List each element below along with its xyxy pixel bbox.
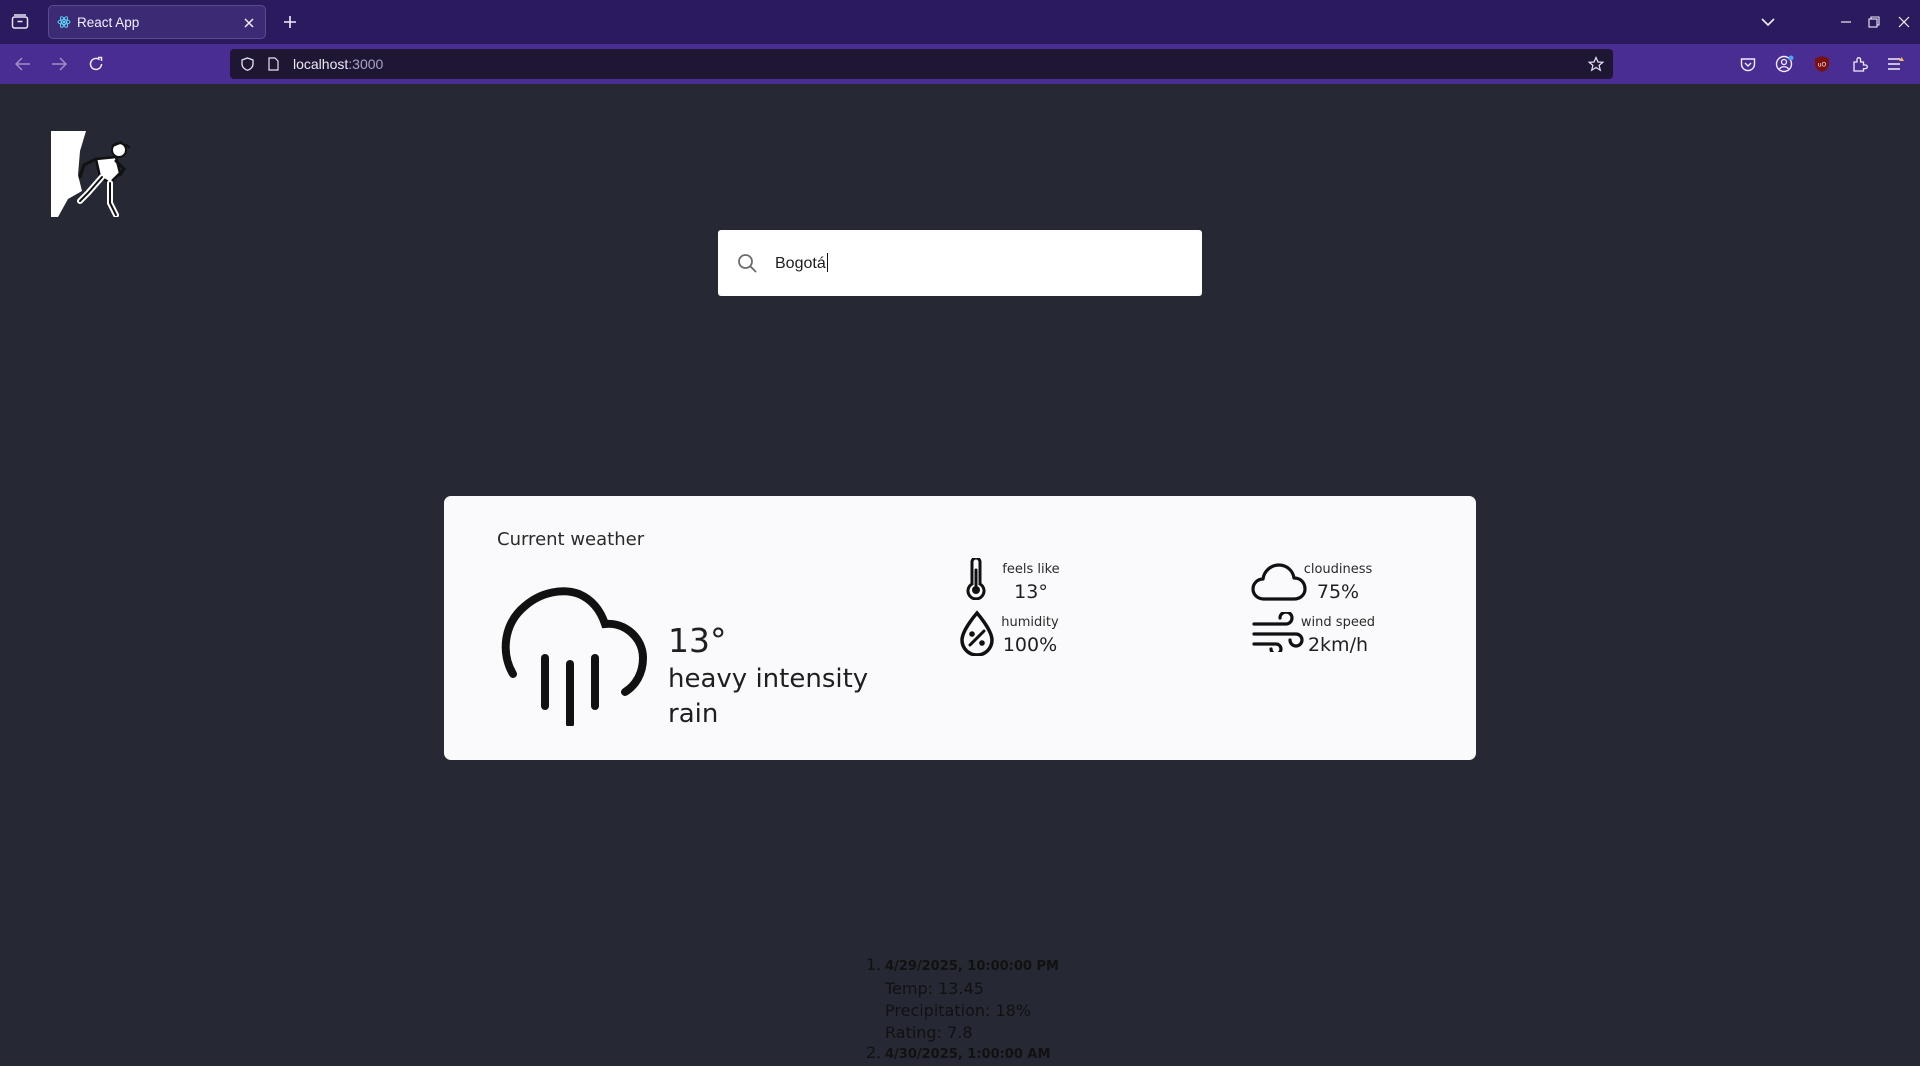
forward-icon[interactable]: [49, 54, 69, 74]
close-tab-icon[interactable]: [241, 15, 257, 31]
pocket-icon[interactable]: [1738, 54, 1758, 74]
list-item-number: 2.: [866, 1043, 882, 1062]
new-tab-icon[interactable]: [280, 12, 300, 32]
shield-icon[interactable]: [240, 57, 254, 71]
list-item: 2. 4/30/2025, 1:00:00 AM: [866, 1043, 1166, 1066]
search-value-text: Bogotá: [775, 255, 826, 272]
wind-speed-value: 2km/h: [1307, 634, 1369, 656]
forecast-precipitation: Precipitation: 18%: [885, 1001, 1032, 1020]
url-bar[interactable]: localhost:3000: [230, 49, 1613, 79]
city-search-input[interactable]: Bogotá: [718, 230, 1202, 296]
search-icon: [737, 253, 757, 273]
list-all-tabs-icon[interactable]: [1758, 12, 1778, 32]
forecast-rating: Rating: 7.8: [885, 1023, 973, 1042]
feels-like-value: 13°: [1014, 581, 1048, 603]
weather-description-text: heavy intensity rain: [668, 664, 869, 729]
card-title: Current weather: [497, 529, 645, 550]
cloudiness-value: 75%: [1316, 581, 1360, 603]
tab-react-app[interactable]: React App: [48, 5, 266, 39]
minimize-window-icon[interactable]: [1836, 12, 1856, 32]
url-text[interactable]: localhost:3000: [293, 56, 383, 72]
restore-window-icon[interactable]: [1864, 12, 1884, 32]
list-item: 1. 4/29/2025, 10:00:00 PM Temp: 13.45 Pr…: [866, 955, 1166, 1044]
temperature-value: 13°: [668, 621, 727, 660]
tab-title: React App: [77, 15, 140, 30]
url-port: :3000: [348, 56, 384, 72]
humidity-value: 100%: [1002, 634, 1058, 656]
ublock-icon[interactable]: uO: [1812, 54, 1832, 74]
forecast-item-body: 4/29/2025, 10:00:00 PM Temp: 13.45 Preci…: [885, 956, 1059, 1044]
extensions-icon[interactable]: [1850, 54, 1870, 74]
humidity-label: humidity: [1001, 615, 1059, 630]
browser-tab-bar: React App: [0, 0, 1920, 44]
back-icon[interactable]: [13, 54, 33, 74]
list-item-number: 1.: [866, 955, 882, 974]
url-host: localhost: [293, 56, 349, 72]
forecast-item-body: 4/30/2025, 1:00:00 AM: [885, 1044, 1050, 1066]
search-value[interactable]: Bogotá: [775, 253, 828, 273]
app-logo: [50, 131, 134, 218]
cloudiness-label: cloudiness: [1303, 562, 1373, 577]
svg-text:uO: uO: [1818, 62, 1827, 69]
react-logo-icon: [57, 15, 71, 29]
feels-like-label: feels like: [1002, 562, 1060, 577]
text-caret: [826, 253, 828, 272]
menu-icon[interactable]: [1885, 54, 1907, 74]
forecast-date: 4/29/2025, 10:00:00 PM: [885, 959, 1059, 974]
browser-nav-bar: localhost:3000 uO: [0, 44, 1920, 84]
wind-speed-label: wind speed: [1300, 615, 1376, 630]
close-window-icon[interactable]: [1894, 12, 1914, 32]
current-weather-card: Current weather 13° heavy intensity rain…: [444, 496, 1476, 760]
page-info-icon[interactable]: [266, 57, 280, 71]
forecast-date: 4/30/2025, 1:00:00 AM: [885, 1047, 1051, 1062]
account-icon[interactable]: [1774, 54, 1796, 74]
rain-cloud-icon: [497, 578, 648, 728]
reload-icon[interactable]: [86, 54, 106, 74]
tab-list-icon[interactable]: [8, 12, 32, 32]
forecast-temp: Temp: 13.45: [885, 979, 984, 998]
bookmark-star-icon[interactable]: [1588, 56, 1604, 72]
weather-description: heavy intensity rain: [668, 662, 878, 732]
